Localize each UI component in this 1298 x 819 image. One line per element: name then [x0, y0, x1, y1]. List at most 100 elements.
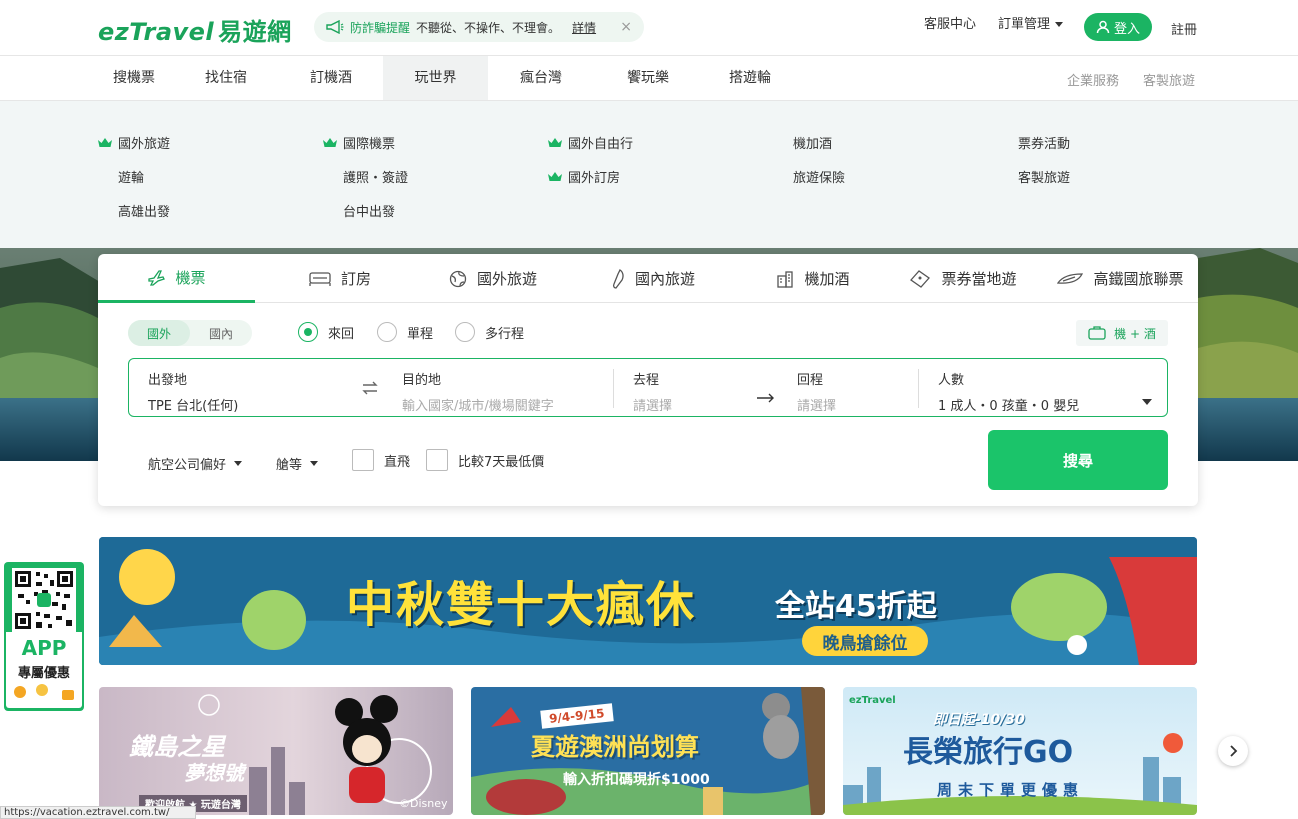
dd-overseas-tours[interactable]: 國外旅遊	[98, 133, 170, 152]
disney-credit: ©Disney	[399, 797, 448, 810]
notice-details-link[interactable]: 詳情	[572, 19, 596, 36]
notice-title: 防詐騙提醒	[350, 20, 411, 35]
promo-card-disney-cruise[interactable]: 鐵島之星 夢想號 歡迎啟航 ★ 玩遊台灣 ©Disney	[99, 687, 453, 815]
promo-logo: ezTravel	[849, 695, 896, 706]
radio-icon	[377, 322, 397, 342]
dd-passport-visa[interactable]: 護照・簽證	[343, 167, 408, 186]
register-link[interactable]: 註冊	[1171, 19, 1197, 38]
taiwan-icon	[612, 268, 624, 289]
dd-label: 國際機票	[343, 137, 396, 152]
scope-domestic[interactable]: 國內	[190, 320, 252, 346]
airline-preference-dropdown[interactable]: 航空公司偏好	[148, 454, 243, 473]
origin-field[interactable]: 出發地 TPE 台北(任何)	[148, 369, 348, 414]
promo-title: 夏遊澳洲尚划算	[531, 733, 699, 761]
suitcase-icon	[1088, 326, 1106, 340]
nav-hotels[interactable]: 找住宿	[178, 56, 274, 100]
dd-cruise[interactable]: 遊輪	[118, 167, 144, 186]
tab-hsr-package[interactable]: 高鐵國旅聯票	[1053, 254, 1188, 303]
promo-card-australia[interactable]: 9/4-9/15 夏遊澳洲尚划算 輸入折扣碼現折$1000	[471, 687, 825, 815]
divider	[613, 369, 614, 408]
checkbox-icon	[426, 449, 448, 471]
dd-custom[interactable]: 客製旅遊	[1018, 167, 1070, 186]
direct-flight-checkbox[interactable]: 直飛	[352, 449, 410, 471]
world-dropdown-panel: 國外旅遊 遊輪 高雄出發 國際機票 護照・簽證 台中出發 國外自由行 國外訂房 …	[0, 101, 1298, 248]
dd-kaohsiung[interactable]: 高雄出發	[118, 201, 170, 220]
banner-discount: 全站45折起	[775, 589, 937, 624]
passenger-label: 人數	[938, 373, 965, 388]
nav-taiwan[interactable]: 瘋台灣	[491, 56, 591, 100]
nav-world[interactable]: 玩世界	[383, 56, 488, 100]
dd-flight-hotel[interactable]: 機加酒	[793, 133, 832, 152]
radio-label: 單程	[407, 326, 434, 342]
crown-icon	[323, 138, 337, 147]
nav-corporate[interactable]: 企業服務	[1067, 70, 1119, 89]
promo-subtitle: 輸入折扣碼現折$1000	[563, 772, 710, 788]
cabin-class-dropdown[interactable]: 艙等	[276, 454, 319, 473]
nav-flight-hotel[interactable]: 訂機酒	[281, 56, 381, 100]
origin-label: 出發地	[148, 373, 188, 388]
banner-tag: 晚鳥搶餘位	[802, 626, 928, 656]
caret-down-icon[interactable]	[1142, 399, 1152, 405]
tab-hotels[interactable]: 訂房	[290, 254, 390, 303]
cabin-label: 艙等	[276, 458, 303, 473]
train-icon	[1057, 272, 1084, 284]
swap-icon[interactable]	[361, 381, 379, 395]
tab-flights[interactable]: 機票	[98, 254, 255, 303]
destination-field[interactable]: 目的地 輸入國家/城市/機場關鍵字	[402, 369, 602, 414]
dd-insurance[interactable]: 旅遊保險	[793, 167, 845, 186]
return-label: 回程	[797, 373, 824, 388]
carousel-next-button[interactable]	[1218, 736, 1248, 766]
checkbox-icon	[352, 449, 374, 471]
order-management-label: 訂單管理	[998, 17, 1051, 32]
destination-label: 目的地	[402, 373, 442, 388]
customer-service-link[interactable]: 客服中心	[924, 13, 976, 32]
promo-title-2: 夢想號	[184, 761, 244, 785]
login-button[interactable]: 登入	[1084, 13, 1152, 41]
tab-label: 機加酒	[804, 270, 850, 288]
arrow-right-icon	[757, 393, 774, 403]
dd-overseas-hotels[interactable]: 國外訂房	[548, 167, 620, 186]
close-icon[interactable]: ×	[620, 19, 632, 35]
compare-7days-checkbox[interactable]: 比較7天最低價	[426, 449, 544, 471]
tab-overseas-tours[interactable]: 國外旅遊	[438, 254, 548, 303]
dd-fit[interactable]: 國外自由行	[548, 133, 633, 152]
combo-label: 機 + 酒	[1114, 326, 1156, 341]
trip-oneway[interactable]: 單程	[377, 322, 433, 342]
flight-hotel-combo-button[interactable]: 機 + 酒	[1076, 320, 1168, 346]
dd-intl-flights[interactable]: 國際機票	[323, 133, 395, 152]
dd-tickets[interactable]: 票券活動	[1018, 133, 1070, 152]
nav-fun[interactable]: 饗玩樂	[598, 56, 698, 100]
mid-autumn-promo-banner[interactable]: 中秋雙十大瘋休 全站45折起 晚鳥搶餘位	[99, 537, 1197, 665]
passenger-field[interactable]: 人數 1 成人・0 孩童・0 嬰兒	[938, 369, 1148, 414]
nav-cruise[interactable]: 搭遊輪	[700, 56, 800, 100]
origin-value: TPE 台北(任何)	[148, 399, 239, 414]
nav-custom-travel[interactable]: 客製旅遊	[1143, 70, 1195, 89]
order-management-menu[interactable]: 訂單管理	[998, 13, 1064, 32]
crown-icon	[98, 138, 112, 147]
dd-taichung[interactable]: 台中出發	[343, 201, 395, 220]
depart-placeholder: 請選擇	[633, 399, 673, 414]
app-promo-sidebar[interactable]: APP 專屬優惠	[4, 562, 84, 711]
building-icon	[777, 270, 794, 288]
dd-label: 國外旅遊	[118, 137, 171, 152]
promo-date: 即日起-10/30	[933, 712, 1025, 728]
direct-label: 直飛	[384, 454, 411, 470]
user-icon	[1096, 20, 1110, 34]
tab-domestic-tours[interactable]: 國內旅遊	[598, 254, 708, 303]
trip-multicity[interactable]: 多行程	[455, 322, 524, 342]
depart-date-field[interactable]: 去程 請選擇	[633, 369, 743, 414]
return-date-field[interactable]: 回程 請選擇	[797, 369, 907, 414]
nav-flights[interactable]: 搜機票	[84, 56, 184, 100]
search-button[interactable]: 搜尋	[988, 430, 1168, 490]
search-tabs: 機票 訂房 國外旅遊 國內旅遊 機加酒 票券當地遊 高鐵國旅聯票	[98, 254, 1198, 303]
tab-tickets[interactable]: 票券當地遊	[898, 254, 1028, 303]
logo-text-cn: 易遊網	[218, 18, 292, 46]
promo-card-evaair[interactable]: ezTravel 即日起-10/30 長榮旅行GO 周末下單更優惠	[843, 687, 1197, 815]
chevron-right-icon	[1230, 745, 1238, 757]
trip-roundtrip[interactable]: 來回	[298, 322, 354, 342]
fraud-notice: 防詐騙提醒 不聽從、不操作、不理會。 詳情 ×	[314, 12, 644, 42]
scope-international[interactable]: 國外	[128, 320, 190, 346]
coins-icon	[14, 684, 74, 700]
eztravel-logo[interactable]: ezTravel 易遊網	[98, 12, 292, 47]
tab-flight-hotel[interactable]: 機加酒	[758, 254, 868, 303]
